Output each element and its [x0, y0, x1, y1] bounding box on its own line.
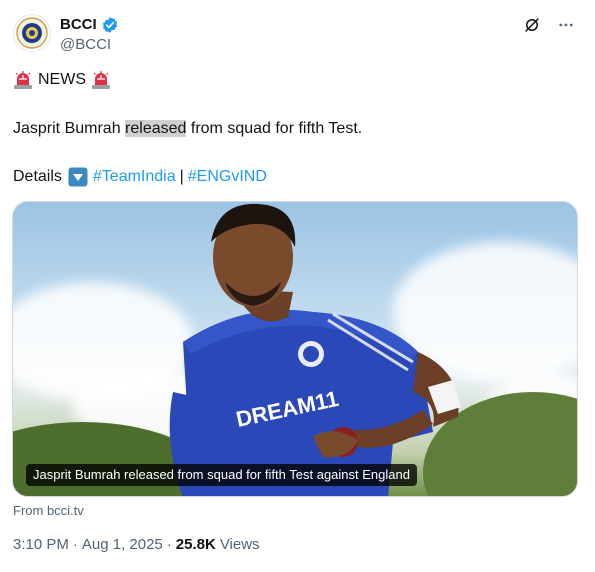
views-count: 25.8K	[175, 536, 216, 553]
news-label: NEWS	[38, 71, 86, 88]
meta-separator: ·	[72, 536, 78, 553]
tweet: BCCI @BCCI NEWS Jasprit Bumrah released …	[0, 0, 595, 572]
hashtag-teamindia[interactable]: #TeamIndia	[93, 167, 176, 187]
down-arrow-button-icon	[68, 167, 88, 187]
siren-icon	[91, 70, 111, 90]
post-text-end: from squad for fifth Test.	[186, 120, 363, 137]
media-photo[interactable]: DREAM11	[12, 201, 578, 497]
meta-separator-2: ·	[166, 536, 172, 553]
details-line: Details #TeamIndia | #ENGvIND	[13, 167, 267, 187]
more-options-icon[interactable]	[555, 14, 577, 36]
link-source[interactable]: From bcci.tv	[13, 503, 84, 518]
avatar[interactable]	[13, 14, 51, 52]
post-time[interactable]: 3:10 PM	[13, 536, 69, 553]
author-block: BCCI @BCCI	[60, 15, 119, 53]
post-text: Jasprit Bumrah released from squad for f…	[13, 119, 362, 139]
post-date[interactable]: Aug 1, 2025	[82, 536, 163, 553]
details-label: Details	[13, 168, 62, 185]
post-meta: 3:10 PM · Aug 1, 2025 · 25.8K Views	[13, 536, 260, 553]
author-handle[interactable]: @BCCI	[60, 36, 119, 53]
author-name[interactable]: BCCI	[60, 16, 97, 33]
grok-icon[interactable]	[521, 14, 543, 36]
bcci-logo-icon	[16, 17, 48, 49]
news-line: NEWS	[13, 70, 111, 90]
verified-badge-icon	[101, 16, 119, 34]
siren-icon	[13, 70, 33, 90]
post-text-start: Jasprit Bumrah	[13, 120, 126, 137]
media-caption: Jasprit Bumrah released from squad for f…	[26, 464, 417, 486]
views-label: Views	[219, 536, 260, 553]
hashtag-engvind[interactable]: #ENGvIND	[188, 167, 267, 187]
player-illustration: DREAM11	[13, 203, 577, 496]
highlighted-word: released	[125, 120, 187, 137]
hashtag-separator: |	[179, 168, 184, 185]
